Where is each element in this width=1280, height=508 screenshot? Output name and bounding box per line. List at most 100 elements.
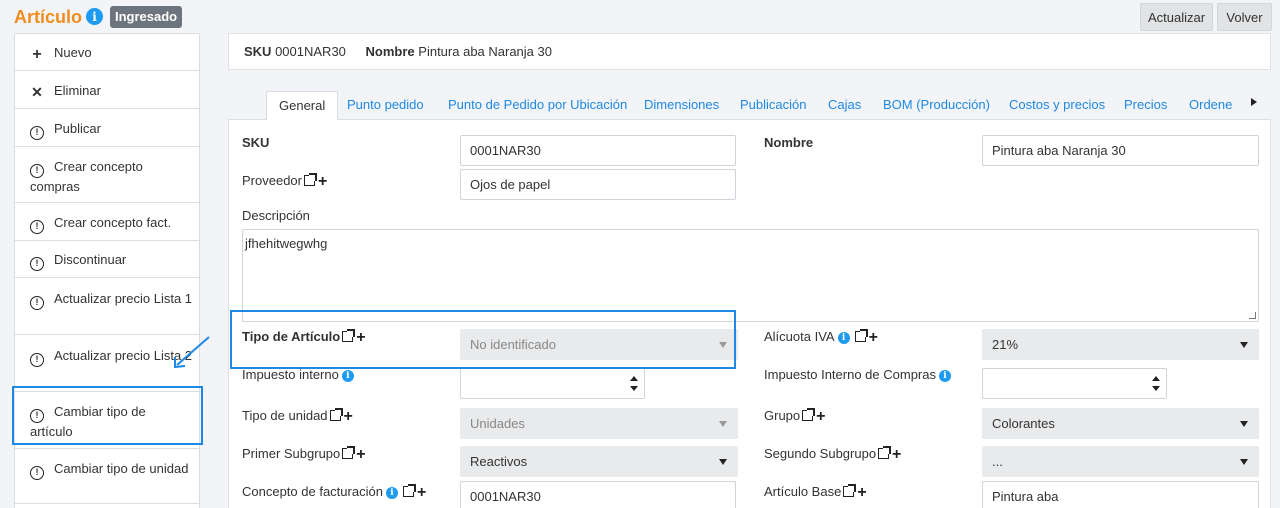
plus-icon[interactable]: + (816, 409, 825, 425)
number-stepper[interactable] (622, 369, 644, 398)
tab-cajas[interactable]: Cajas (828, 91, 861, 121)
info-icon[interactable]: i (938, 369, 951, 382)
stepper-up-icon[interactable] (630, 376, 638, 381)
concepto-facturacion-label-text: Concepto de facturación (242, 484, 383, 499)
sidebar-item-label: Nuevo (54, 45, 92, 60)
impuesto-interno-compras-label: Impuesto Interno de Compras i (764, 367, 951, 382)
grupo-label: Grupo + (764, 408, 825, 425)
tab-precios[interactable]: Precios (1124, 91, 1167, 121)
external-link-icon[interactable] (843, 484, 857, 497)
exclamation-circle-icon: ! (30, 296, 44, 310)
tab-bom-produccion[interactable]: BOM (Producción) (883, 91, 990, 121)
plus-icon[interactable]: + (892, 447, 901, 463)
sidebar-item-nuevo[interactable]: + Nuevo (15, 34, 199, 71)
tab-scroll-right-icon[interactable] (1251, 98, 1257, 106)
grupo-select[interactable]: Colorantes (982, 408, 1259, 439)
external-link-icon[interactable] (342, 446, 356, 459)
concepto-facturacion-label: Concepto de facturación i + (242, 484, 426, 501)
exclamation-circle-icon: ! (30, 220, 44, 234)
descripcion-textarea[interactable]: jfhehitwegwhg (242, 229, 1259, 322)
info-icon[interactable]: i (86, 8, 103, 25)
sidebar-item-actualizar-precio-lista-1[interactable]: ! Actualizar precio Lista 1 (15, 278, 199, 335)
external-link-icon[interactable] (329, 408, 343, 421)
plus-icon[interactable]: + (857, 485, 866, 501)
exclamation-circle-icon: ! (30, 353, 44, 367)
summary-name-value: Pintura aba Naranja 30 (418, 44, 552, 59)
plus-icon[interactable]: + (417, 485, 426, 501)
page-title: Artículo (14, 7, 83, 27)
number-stepper[interactable] (1144, 369, 1166, 398)
sidebar-item-discontinuar[interactable]: ! Discontinuar (15, 241, 199, 278)
proveedor-label-text: Proveedor (242, 173, 302, 188)
sku-field[interactable]: 0001NAR30 (460, 135, 736, 166)
sku-label: SKU (242, 135, 270, 150)
tab-general[interactable]: General (266, 91, 339, 121)
external-link-icon[interactable] (303, 173, 317, 186)
page-header: Artículo i Ingresado Actualizar Volver (0, 0, 1280, 34)
sidebar-item-crear-concepto-fact[interactable]: ! Crear concepto fact. (15, 203, 199, 241)
sidebar-item-eliminar[interactable]: ✕ Eliminar (15, 71, 199, 109)
alicuota-label: Alícuota IVA i + (764, 329, 878, 346)
articulo-base-label: Artículo Base + (764, 484, 867, 501)
tab-costos-precios[interactable]: Costos y precios (1009, 91, 1105, 121)
info-icon[interactable]: i (385, 486, 398, 499)
sidebar-item-crear-concepto-compras[interactable]: ! Crear concepto compras (15, 147, 199, 203)
impuesto-interno-label-text: Impuesto interno (242, 367, 339, 382)
nombre-label: Nombre (764, 135, 814, 150)
tab-ordene[interactable]: Ordene (1189, 91, 1232, 121)
tipo-unidad-label: Tipo de unidad + (242, 408, 353, 425)
concepto-facturacion-field[interactable]: 0001NAR30 (460, 481, 736, 508)
grupo-label-text: Grupo (764, 408, 801, 423)
nombre-field[interactable]: Pintura aba Naranja 30 (982, 135, 1259, 166)
external-link-icon[interactable] (878, 446, 892, 459)
sidebar-item-label: Eliminar (54, 83, 101, 98)
proveedor-label: Proveedor + (242, 173, 327, 190)
primer-subgrupo-label-text: Primer Subgrupo (242, 446, 341, 461)
tab-bar: General Punto pedido Punto de Pedido por… (228, 85, 1271, 121)
tipo-unidad-select[interactable]: Unidades (460, 408, 738, 439)
external-link-icon[interactable] (854, 329, 868, 342)
update-button[interactable]: Actualizar (1140, 3, 1213, 31)
descripcion-label: Descripción (242, 208, 310, 223)
tab-publicacion[interactable]: Publicación (740, 91, 807, 121)
external-link-icon[interactable] (402, 484, 416, 497)
status-badge: Ingresado (110, 6, 183, 28)
articulo-base-label-text: Artículo Base (764, 484, 842, 499)
primer-subgrupo-label: Primer Subgrupo + (242, 446, 366, 463)
plus-icon[interactable]: + (869, 330, 878, 346)
impuesto-interno-label: Impuesto interno i (242, 367, 354, 382)
tab-dimensiones[interactable]: Dimensiones (644, 91, 719, 121)
impuesto-interno-compras-input[interactable] (982, 368, 1167, 399)
tab-punto-pedido[interactable]: Punto pedido (347, 91, 424, 121)
sidebar-item-label: Discontinuar (54, 252, 127, 267)
exclamation-circle-icon: ! (30, 126, 44, 140)
summary-name-label: Nombre (365, 44, 415, 59)
alicuota-label-text: Alícuota IVA (764, 329, 835, 344)
stepper-down-icon[interactable] (630, 386, 638, 391)
sidebar-item-publicar[interactable]: ! Publicar (15, 109, 199, 147)
plus-icon[interactable]: + (344, 409, 353, 425)
impuesto-interno-input[interactable] (460, 368, 645, 399)
tab-punto-pedido-ubicacion[interactable]: Punto de Pedido por Ubicación (448, 91, 627, 121)
primer-subgrupo-select[interactable]: Reactivos (460, 446, 738, 477)
tipo-unidad-label-text: Tipo de unidad (242, 408, 328, 423)
exclamation-circle-icon: ! (30, 164, 44, 178)
info-icon[interactable]: i (837, 331, 850, 344)
highlight-cambiar-tipo-articulo (12, 386, 203, 445)
proveedor-field[interactable]: Ojos de papel (460, 169, 736, 200)
plus-icon[interactable]: + (356, 447, 365, 463)
resize-handle-icon[interactable] (1249, 312, 1256, 319)
back-button[interactable]: Volver (1217, 3, 1272, 31)
articulo-base-field[interactable]: Pintura aba (982, 481, 1259, 508)
external-link-icon[interactable] (802, 408, 816, 421)
segundo-subgrupo-select[interactable]: ... (982, 446, 1259, 477)
info-icon[interactable]: i (341, 369, 354, 382)
sidebar-item-label: Publicar (54, 121, 101, 136)
summary-sku-label: SKU (244, 44, 272, 59)
alicuota-select[interactable]: 21% (982, 329, 1259, 360)
highlight-tipo-articulo (230, 310, 736, 369)
stepper-down-icon[interactable] (1152, 386, 1160, 391)
stepper-up-icon[interactable] (1152, 376, 1160, 381)
sidebar-item-cambiar-tipo-unidad[interactable]: ! Cambiar tipo de unidad (15, 449, 199, 504)
plus-icon[interactable]: + (318, 174, 327, 190)
